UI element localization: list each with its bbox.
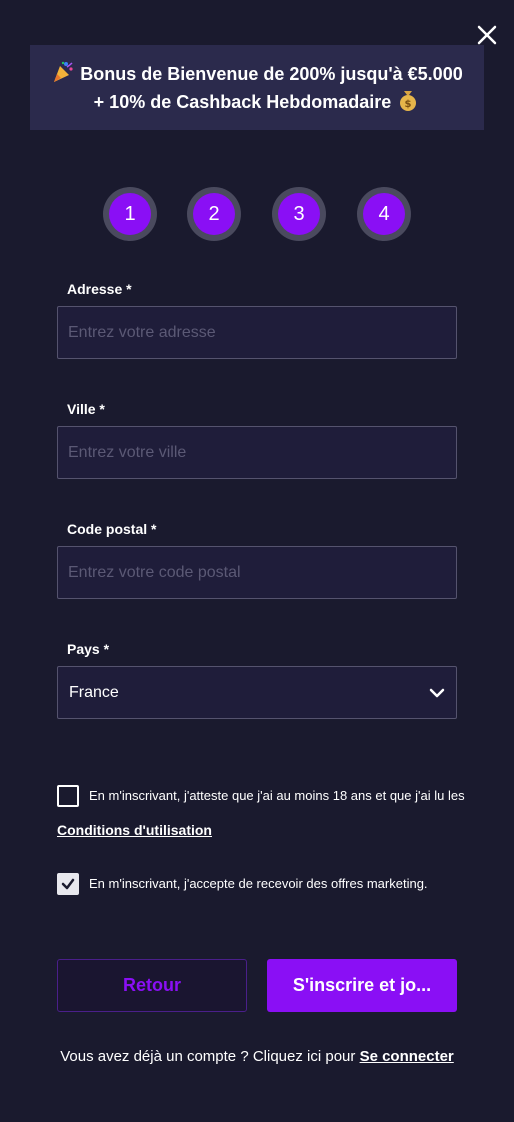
login-link[interactable]: Se connecter: [360, 1048, 454, 1065]
register-and-play-button[interactable]: S'inscrire et jo...: [267, 959, 457, 1012]
banner-line-2: + 10% de Cashback Hebdomadaire: [93, 91, 392, 112]
registration-modal: Bonus de Bienvenue de 200% jusqu'à €5.00…: [0, 0, 514, 1122]
step-indicator: 1 2 3 4: [0, 187, 514, 241]
terms-link[interactable]: Conditions d'utilisation: [57, 822, 212, 838]
step-2: 2: [187, 187, 241, 241]
step-4: 4: [357, 187, 411, 241]
terms-consent-row: En m'inscrivant, j'atteste que j'ai au m…: [57, 779, 467, 848]
svg-text:$: $: [405, 99, 412, 110]
marketing-consent-row: En m'inscrivant, j'accepte de recevoir d…: [57, 867, 467, 901]
banner-line-1: Bonus de Bienvenue de 200% jusqu'à €5.00…: [80, 63, 463, 84]
party-popper-icon: [54, 61, 73, 82]
address-label: Adresse *: [67, 281, 132, 297]
marketing-checkbox[interactable]: [57, 873, 79, 895]
city-label: Ville *: [67, 401, 105, 417]
country-label: Pays *: [67, 641, 110, 657]
login-prompt-text: Vous avez déjà un compte ? Cliquez ici p…: [60, 1048, 356, 1065]
step-1-number: 1: [109, 193, 151, 235]
step-4-number: 4: [363, 193, 405, 235]
checkmark-icon: [61, 878, 75, 890]
welcome-bonus-banner: Bonus de Bienvenue de 200% jusqu'à €5.00…: [30, 45, 484, 130]
step-3-number: 3: [278, 193, 320, 235]
country-select[interactable]: France: [57, 666, 457, 719]
chevron-down-icon: [429, 688, 445, 697]
postal-code-input[interactable]: [57, 546, 457, 599]
back-button[interactable]: Retour: [57, 959, 247, 1012]
step-3: 3: [272, 187, 326, 241]
city-input[interactable]: [57, 426, 457, 479]
address-input[interactable]: [57, 306, 457, 359]
terms-consent-text: En m'inscrivant, j'atteste que j'ai au m…: [89, 788, 465, 803]
postal-code-label: Code postal *: [67, 521, 157, 537]
step-1: 1: [103, 187, 157, 241]
login-prompt: Vous avez déjà un compte ? Cliquez ici p…: [57, 1043, 457, 1070]
marketing-consent-text: En m'inscrivant, j'accepte de recevoir d…: [89, 876, 428, 891]
step-2-number: 2: [193, 193, 235, 235]
terms-checkbox[interactable]: [57, 785, 79, 807]
money-bag-icon: $: [400, 90, 417, 111]
country-select-value: France: [69, 683, 119, 701]
